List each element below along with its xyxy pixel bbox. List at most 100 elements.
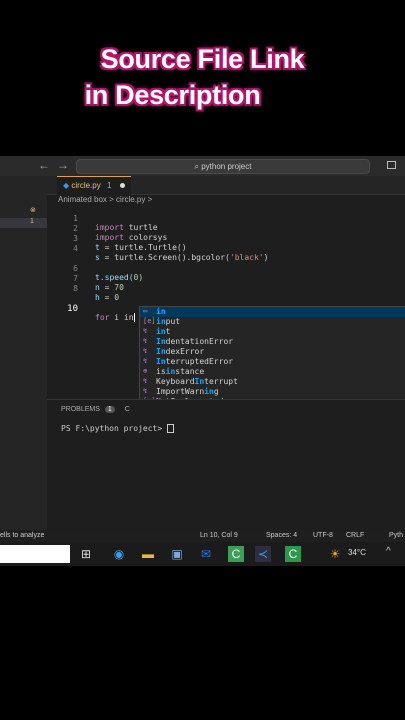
suggestion-kind-icon: ↯ bbox=[143, 377, 148, 385]
code-line: 3 t = turtle.Turtle() bbox=[60, 225, 186, 252]
task-view-icon[interactable]: ⊞ bbox=[78, 546, 94, 562]
suggestion-kind-icon: ⊕ bbox=[143, 367, 148, 375]
line-number: 8 bbox=[73, 284, 78, 293]
code-text: = bbox=[99, 293, 115, 302]
tab-problems[interactable]: PROBLEMS bbox=[61, 406, 100, 413]
caption-line-2: in Description bbox=[84, 80, 261, 110]
suggestion-item[interactable]: ↯ InterruptedError bbox=[140, 357, 405, 367]
suggestion-label: KeyboardInterrupt bbox=[156, 377, 238, 386]
tab-circle-py[interactable]: ◆ circle.py 1 bbox=[57, 176, 131, 195]
vscode-window: ← → ⌕ python project ⊗ 1 ◆ circle.py 1 A… bbox=[0, 156, 405, 566]
code-number: 70 bbox=[114, 283, 124, 292]
suggestion-label: int bbox=[156, 327, 171, 336]
status-analyze[interactable]: ells to analyze bbox=[0, 530, 44, 542]
suggestion-item[interactable]: ↯ ImportWarning bbox=[140, 387, 405, 397]
code-line: 2 import colorsys bbox=[60, 215, 167, 242]
code-line: 1 import turtle bbox=[60, 205, 157, 232]
status-position[interactable]: Ln 10, Col 9 bbox=[200, 530, 238, 542]
suggestion-item[interactable]: ↯ int bbox=[140, 327, 405, 337]
tray-caret-icon[interactable]: ^ bbox=[386, 546, 391, 557]
forward-arrow-icon[interactable]: → bbox=[57, 158, 69, 172]
suggestion-kind-icon: ↯ bbox=[143, 387, 148, 395]
error-count: 1 bbox=[30, 218, 34, 225]
tab-output[interactable]: C bbox=[125, 406, 130, 413]
suggestion-label: in bbox=[156, 307, 166, 316]
terminal-prompt: PS F:\python project> bbox=[61, 424, 167, 433]
tab-problem-count: 1 bbox=[106, 181, 112, 190]
sidebar-row-selected[interactable]: 1 bbox=[0, 218, 47, 228]
edge-browser-icon[interactable]: ◉ bbox=[111, 546, 127, 562]
suggestion-kind-icon: ↯ bbox=[143, 357, 148, 365]
suggestion-label: ImportWarning bbox=[156, 387, 219, 396]
status-encoding[interactable]: UTF-8 bbox=[313, 530, 333, 542]
taskbar-search-box[interactable] bbox=[0, 545, 70, 563]
code-text: colorsys bbox=[123, 233, 168, 242]
weather-temperature: 34°C bbox=[348, 548, 366, 557]
line-number: 10 bbox=[67, 304, 78, 314]
back-arrow-icon[interactable]: ← bbox=[38, 158, 50, 172]
code-text: ) bbox=[138, 273, 144, 282]
file-explorer-icon[interactable]: ▬ bbox=[140, 546, 156, 562]
suggestion-item[interactable]: ⊕ isinstance bbox=[140, 367, 405, 377]
code-text: = turtle.Turtle() bbox=[99, 243, 187, 252]
status-eol[interactable]: CRLF bbox=[346, 530, 364, 542]
code-text: turtle bbox=[123, 223, 158, 232]
title-bar: ← → ⌕ python project bbox=[0, 156, 405, 176]
suggestion-item[interactable]: ↯ IndexError bbox=[140, 347, 405, 357]
breadcrumb[interactable]: Animated box > circle.py > bbox=[58, 195, 152, 204]
error-badge-icon: ⊗ bbox=[30, 207, 36, 214]
status-bar: ells to analyze Ln 10, Col 9 Spaces: 4 U… bbox=[0, 530, 405, 542]
code-line: 7 n = 70 bbox=[60, 265, 124, 292]
code-keyword: import bbox=[95, 233, 124, 242]
suggestion-label: IndexError bbox=[156, 347, 205, 356]
layout-toggle-icon[interactable] bbox=[387, 161, 396, 169]
code-line: 8 h = 0 bbox=[60, 275, 119, 302]
suggestion-item[interactable]: ↯ KeyboardInterrupt bbox=[140, 377, 405, 387]
editor-tab-bar: ◆ circle.py 1 bbox=[47, 176, 405, 195]
status-spaces[interactable]: Spaces: 4 bbox=[266, 530, 297, 542]
suggestion-kind-icon: ↯ bbox=[143, 327, 148, 335]
problems-count-badge: 1 bbox=[104, 406, 115, 413]
tab-filename: circle.py bbox=[71, 181, 101, 190]
suggestion-item[interactable]: [e] input bbox=[140, 317, 405, 327]
sidebar-row[interactable]: ⊗ bbox=[0, 206, 47, 216]
text-cursor bbox=[133, 313, 135, 322]
suggestion-item[interactable]: ▭ in bbox=[140, 307, 405, 317]
suggestion-label: InterruptedError bbox=[156, 357, 234, 366]
code-line-current: 10 for i in bbox=[60, 295, 135, 322]
camtasia-icon[interactable]: C bbox=[228, 546, 244, 562]
line-number: 4 bbox=[73, 244, 78, 253]
suggestion-item[interactable]: ↯ IndentationError bbox=[140, 337, 405, 347]
suggestion-kind-icon: [e] bbox=[143, 317, 156, 325]
bottom-panel: PROBLEMS 1 C PS F:\python project> bbox=[47, 399, 405, 534]
caption-line-1: Source File Link bbox=[100, 44, 305, 74]
suggestion-kind-icon: ↯ bbox=[143, 347, 148, 355]
status-language[interactable]: Pyth bbox=[389, 530, 403, 542]
terminal-line[interactable]: PS F:\python project> bbox=[61, 424, 174, 433]
suggestion-label: IndentationError bbox=[156, 337, 234, 346]
code-text: = bbox=[99, 283, 115, 292]
recorder-icon[interactable]: C bbox=[285, 546, 301, 562]
unsaved-dot-icon bbox=[119, 183, 125, 188]
weather-icon: ☀ bbox=[329, 547, 341, 561]
code-keyword: for bbox=[95, 313, 110, 322]
code-string: 'black' bbox=[229, 253, 264, 262]
mail-icon[interactable]: ✉ bbox=[198, 546, 214, 562]
code-text: ) bbox=[263, 253, 269, 262]
suggestion-kind-icon: ↯ bbox=[143, 337, 148, 345]
code-keyword: import bbox=[95, 223, 124, 232]
windows-taskbar: ⊞ ◉ ▬ ▣ ✉ C ≺ C ☀ 34°C ^ bbox=[0, 542, 405, 566]
code-line: 6 t.speed(0) bbox=[60, 255, 143, 282]
command-search-input[interactable]: ⌕ python project bbox=[76, 159, 370, 174]
code-text: i in bbox=[109, 313, 134, 322]
store-icon[interactable]: ▣ bbox=[169, 546, 185, 562]
code-line: 4 s = turtle.Screen().bgcolor('black') bbox=[60, 235, 268, 262]
code-number: 0 bbox=[114, 293, 120, 302]
vscode-icon[interactable]: ≺ bbox=[255, 546, 271, 562]
suggestion-label: input bbox=[156, 317, 181, 326]
terminal-cursor bbox=[166, 424, 174, 433]
python-file-icon: ◆ bbox=[63, 181, 70, 190]
explorer-sidebar: ⊗ 1 bbox=[0, 176, 47, 536]
code-text: = turtle.Screen().bgcolor( bbox=[99, 253, 230, 262]
code-text: t.speed( bbox=[95, 273, 134, 282]
